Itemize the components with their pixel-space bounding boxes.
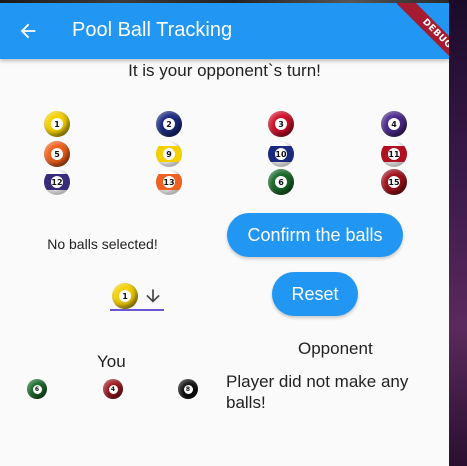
- turn-status-text: It is your opponent`s turn!: [128, 61, 321, 80]
- ball-number: 1: [51, 118, 63, 130]
- ball-number: 3: [275, 118, 287, 130]
- ball-number: 2: [163, 118, 175, 130]
- ball-dropdown[interactable]: 1: [110, 283, 164, 311]
- pool-ball-1[interactable]: 1: [44, 111, 70, 137]
- page-title: Pool Ball Tracking: [72, 19, 233, 41]
- ball-number: 5: [51, 148, 63, 160]
- ball-number: 15: [388, 176, 400, 188]
- ball-number: 4: [388, 118, 400, 130]
- ball-number: 6: [275, 176, 287, 188]
- app-bar: Pool Ball Tracking: [0, 3, 449, 59]
- reset-button[interactable]: Reset: [272, 272, 358, 316]
- confirm-balls-button[interactable]: Confirm the balls: [227, 213, 403, 257]
- pool-ball-10[interactable]: 10: [268, 141, 294, 167]
- ball-number: 12: [51, 176, 63, 188]
- pool-ball-6: 6: [27, 379, 47, 399]
- ball-number: 13: [163, 176, 175, 188]
- debug-banner-label: DEBUG: [396, 3, 449, 63]
- desktop-wallpaper: [449, 0, 467, 466]
- opponent-label: Opponent: [298, 339, 373, 358]
- pool-ball-5[interactable]: 5: [44, 141, 70, 167]
- dropdown-selected-ball: 1: [112, 283, 138, 309]
- ball-number: 6: [32, 384, 42, 394]
- ball-number: 1: [119, 290, 131, 302]
- ball-grid: 1 2 3 4 5 9 10 11 12 13 6 15: [0, 111, 449, 195]
- ball-number: 9: [163, 148, 175, 160]
- pool-ball-2[interactable]: 2: [156, 111, 182, 137]
- pool-ball-4[interactable]: 4: [381, 111, 407, 137]
- pool-ball-3[interactable]: 3: [268, 111, 294, 137]
- back-button[interactable]: [8, 7, 48, 55]
- you-label: You: [97, 352, 126, 371]
- pool-ball-13[interactable]: 13: [156, 169, 182, 195]
- ball-number: 10: [275, 148, 287, 160]
- opponent-message: Player did not make any balls!: [226, 372, 409, 412]
- selection-status-text: No balls selected!: [47, 236, 158, 252]
- app-window: Pool Ball Tracking DEBUG It is your oppo…: [0, 3, 449, 466]
- pool-ball-15[interactable]: 15: [381, 169, 407, 195]
- pool-ball-11[interactable]: 11: [381, 141, 407, 167]
- arrow-back-icon: [20, 23, 36, 39]
- debug-banner: DEBUG: [389, 3, 449, 63]
- pool-ball-12[interactable]: 12: [44, 169, 70, 195]
- ball-number: 8: [183, 384, 193, 394]
- dropdown-underline: [110, 309, 164, 311]
- pool-ball-8: 8: [178, 379, 198, 399]
- ball-number: 11: [388, 148, 400, 160]
- arrow-down-icon: [142, 283, 164, 309]
- pool-ball-9[interactable]: 9: [156, 141, 182, 167]
- pool-ball-4: 4: [103, 379, 123, 399]
- ball-number: 4: [108, 384, 118, 394]
- pool-ball-6[interactable]: 6: [268, 169, 294, 195]
